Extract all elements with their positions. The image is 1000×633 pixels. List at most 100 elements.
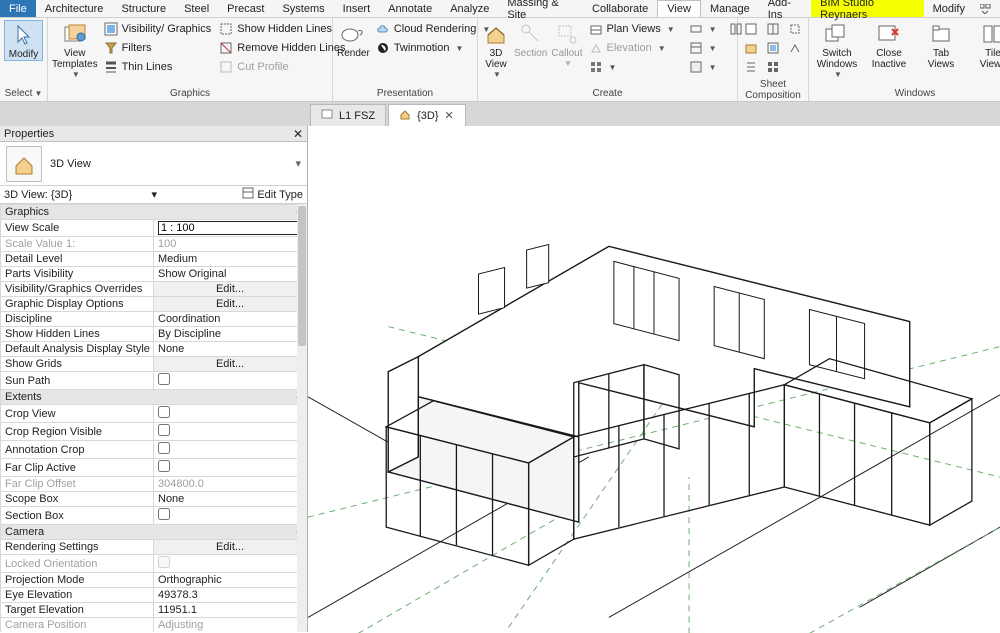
property-value[interactable]: Medium: [154, 252, 307, 267]
property-input[interactable]: [158, 221, 302, 235]
property-value[interactable]: Edit...: [154, 357, 307, 372]
create-misc-2[interactable]: ▼: [687, 39, 719, 57]
menu-precast[interactable]: Precast: [218, 0, 273, 17]
property-value: 100: [154, 237, 307, 252]
sheet-btn-5[interactable]: [764, 39, 782, 57]
property-value[interactable]: Coordination: [154, 312, 307, 327]
close-panel-icon[interactable]: ✕: [293, 127, 303, 141]
callout-icon: [553, 22, 581, 46]
visibility-graphics-button[interactable]: Visibility/ Graphics: [102, 20, 214, 38]
menu-file[interactable]: File: [0, 0, 36, 17]
remove-hidden-lines-button[interactable]: Remove Hidden Lines: [217, 39, 347, 57]
menu-analyze[interactable]: Analyze: [441, 0, 498, 17]
property-value[interactable]: [154, 459, 307, 477]
property-value[interactable]: None: [154, 492, 307, 507]
grid-icon: [589, 60, 603, 74]
section-button: Section: [514, 20, 547, 59]
menu-insert[interactable]: Insert: [334, 0, 380, 17]
property-value[interactable]: [154, 441, 307, 459]
close-tab-icon[interactable]: ✕: [445, 109, 455, 122]
property-checkbox[interactable]: [158, 373, 170, 385]
filters-button[interactable]: Filters: [102, 39, 214, 57]
property-value[interactable]: Edit...: [154, 297, 307, 312]
property-value[interactable]: [154, 423, 307, 441]
property-label: Eye Elevation: [1, 588, 154, 603]
scrollbar[interactable]: [297, 204, 307, 632]
menu-massing-site[interactable]: Massing & Site: [498, 0, 583, 17]
close-inactive-icon: [875, 22, 903, 46]
property-value[interactable]: Show Original: [154, 267, 307, 282]
property-label: Detail Level: [1, 252, 154, 267]
property-label: Visibility/Graphics Overrides: [1, 282, 154, 297]
modify-button[interactable]: Modify: [4, 20, 43, 61]
property-checkbox[interactable]: [158, 424, 170, 436]
tile-views-button[interactable]: Tile Views: [969, 20, 1000, 70]
menu-manage[interactable]: Manage: [701, 0, 759, 17]
property-value[interactable]: By Discipline: [154, 327, 307, 342]
twinmotion-button[interactable]: Twinmotion▼: [374, 39, 492, 57]
property-label: View Scale: [1, 220, 154, 237]
property-value[interactable]: Edit...: [154, 282, 307, 297]
property-value[interactable]: [154, 507, 307, 525]
house-3d-icon: [482, 22, 510, 46]
doc-tab-l1-fsz[interactable]: L1 FSZ: [310, 104, 386, 126]
cursor-icon: [10, 23, 38, 47]
property-category[interactable]: Graphics⌄: [1, 205, 307, 220]
show-hidden-lines-button[interactable]: Show Hidden Lines: [217, 20, 347, 38]
3d-viewport[interactable]: [308, 126, 1000, 632]
doc-tab-3d[interactable]: {3D} ✕: [388, 104, 465, 126]
menu-collaborate[interactable]: Collaborate: [583, 0, 657, 17]
property-value[interactable]: Orthographic: [154, 573, 307, 588]
create-misc-1[interactable]: ▼: [687, 20, 719, 38]
property-label: Section Box: [1, 507, 154, 525]
sheet-btn-7[interactable]: [786, 20, 804, 38]
ribbon-group-graphics: View Templates ▼ Visibility/ Graphics Fi…: [48, 18, 333, 101]
property-value[interactable]: None: [154, 342, 307, 357]
menu-steel[interactable]: Steel: [175, 0, 218, 17]
type-selector[interactable]: 3D View ▾: [0, 142, 307, 186]
sheet-btn-3[interactable]: [742, 58, 760, 76]
property-value[interactable]: Edit...: [154, 540, 307, 555]
property-category[interactable]: Extents⌄: [1, 390, 307, 405]
property-checkbox[interactable]: [158, 406, 170, 418]
menu-annotate[interactable]: Annotate: [379, 0, 441, 17]
sheet-btn-2[interactable]: [742, 39, 760, 57]
menu-bar: File Architecture Structure Steel Precas…: [0, 0, 1000, 18]
property-category[interactable]: Camera⌄: [1, 525, 307, 540]
view-templates-button[interactable]: View Templates ▼: [52, 20, 98, 79]
menu-architecture[interactable]: Architecture: [36, 0, 113, 17]
menu-view[interactable]: View: [657, 0, 701, 17]
property-value[interactable]: [154, 372, 307, 390]
tab-views-button[interactable]: Tab Views: [917, 20, 965, 70]
menu-modify[interactable]: Modify: [924, 0, 974, 17]
property-value[interactable]: 11951.1: [154, 603, 307, 618]
menu-structure[interactable]: Structure: [112, 0, 175, 17]
chevron-down-icon[interactable]: ▾: [152, 188, 158, 201]
property-value[interactable]: [154, 220, 307, 237]
menu-systems[interactable]: Systems: [273, 0, 333, 17]
close-inactive-button[interactable]: Close Inactive: [865, 20, 913, 70]
menu-addins[interactable]: Add-Ins: [759, 0, 811, 17]
thin-lines-button[interactable]: Thin Lines: [102, 58, 214, 76]
create-more-button[interactable]: ▼: [587, 58, 677, 76]
edit-type-button[interactable]: Edit Type: [242, 187, 303, 202]
3d-view-button[interactable]: 3D View ▼: [482, 20, 510, 79]
property-value[interactable]: 49378.3: [154, 588, 307, 603]
sheet-btn-4[interactable]: [764, 20, 782, 38]
cloud-rendering-button[interactable]: Cloud Rendering▼: [374, 20, 492, 38]
plan-views-button[interactable]: Plan Views▼: [587, 20, 677, 38]
property-checkbox[interactable]: [158, 460, 170, 472]
render-button[interactable]: Render: [337, 20, 370, 59]
menu-bim-studio-reynaers[interactable]: BIM Studio Reynaers: [811, 0, 923, 17]
scrollbar-thumb[interactable]: [298, 206, 306, 346]
sheet-btn-1[interactable]: [742, 20, 760, 38]
switch-windows-button[interactable]: Switch Windows ▼: [813, 20, 861, 79]
ribbon-overflow-icon[interactable]: [974, 0, 1000, 17]
property-checkbox[interactable]: [158, 442, 170, 454]
property-value[interactable]: [154, 405, 307, 423]
create-misc-3[interactable]: ▼: [687, 58, 719, 76]
sheet-btn-8[interactable]: [786, 39, 804, 57]
property-checkbox[interactable]: [158, 508, 170, 520]
edit-type-icon: [242, 187, 254, 202]
sheet-btn-6[interactable]: [764, 58, 782, 76]
